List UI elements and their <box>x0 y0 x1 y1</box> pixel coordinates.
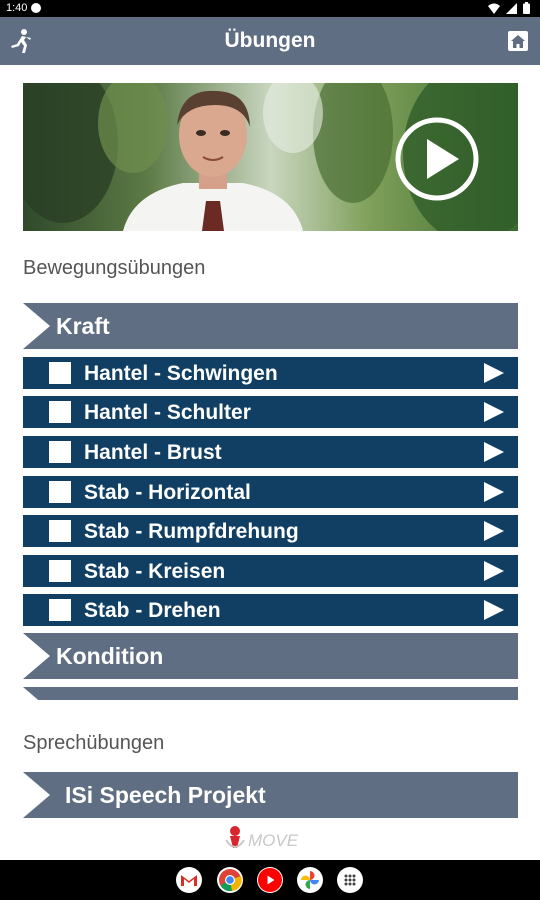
exercise-label: Hantel - Brust <box>84 441 222 464</box>
play-arrow-icon[interactable] <box>484 363 504 383</box>
list-divider <box>0 700 540 707</box>
photos-icon[interactable] <box>297 867 323 893</box>
section-label-movement: Bewegungsübungen <box>23 257 206 279</box>
notification-icon <box>31 3 41 13</box>
navigation-bar <box>0 860 540 900</box>
exercise-label: Stab - Horizontal <box>84 481 251 504</box>
exercise-row[interactable]: Stab - Rumpfdrehung <box>23 515 518 547</box>
exercise-label: Hantel - Schwingen <box>84 362 278 385</box>
youtube-icon[interactable] <box>257 867 283 893</box>
signal-icon <box>506 2 517 17</box>
exercise-checkbox[interactable] <box>49 401 71 423</box>
video-thumbnail[interactable] <box>23 83 518 231</box>
category-kraft[interactable]: Kraft <box>23 303 518 349</box>
exercise-checkbox[interactable] <box>49 599 71 621</box>
exercise-row[interactable]: Stab - Drehen <box>23 594 518 626</box>
exercise-row[interactable]: Stab - Horizontal <box>23 476 518 508</box>
play-arrow-icon[interactable] <box>484 521 504 541</box>
status-time: 1:40 <box>6 2 28 14</box>
exercise-checkbox[interactable] <box>49 560 71 582</box>
play-arrow-icon[interactable] <box>484 442 504 462</box>
gmail-icon[interactable] <box>176 867 202 893</box>
home-icon <box>511 34 525 48</box>
page-title: Übungen <box>224 29 316 52</box>
exercise-row[interactable]: Hantel - Schulter <box>23 396 518 428</box>
section-label-speech: Sprechübungen <box>23 732 165 754</box>
wifi-icon <box>488 3 500 17</box>
apps-icon[interactable] <box>337 867 363 893</box>
app-bar: Übungen <box>0 17 540 65</box>
battery-icon <box>523 2 530 17</box>
exercise-label: Stab - Rumpfdrehung <box>84 520 299 543</box>
exercise-row[interactable]: Stab - Kreisen <box>23 555 518 587</box>
category-label: Kraft <box>56 313 110 339</box>
expand-arrow-icon <box>23 633 50 679</box>
chrome-icon[interactable] <box>217 867 243 893</box>
exercise-checkbox[interactable] <box>49 362 71 384</box>
status-bar: 1:40 <box>0 0 540 17</box>
play-button-icon[interactable] <box>395 117 479 201</box>
move-logo: MOVE <box>224 824 318 854</box>
expand-arrow-icon <box>23 772 50 818</box>
logo-text: MOVE <box>248 831 299 850</box>
expand-arrow-icon <box>23 303 50 349</box>
category-label: ISi Speech Projekt <box>65 782 266 808</box>
exercise-row[interactable]: Hantel - Brust <box>23 436 518 468</box>
exercise-row[interactable]: Hantel - Schwingen <box>23 357 518 389</box>
play-arrow-icon[interactable] <box>484 402 504 422</box>
category-kondition[interactable]: Kondition <box>23 633 518 679</box>
play-arrow-icon[interactable] <box>484 600 504 620</box>
exercise-label: Stab - Drehen <box>84 599 221 622</box>
exercise-label: Hantel - Schulter <box>84 401 251 424</box>
exercise-checkbox[interactable] <box>49 481 71 503</box>
play-arrow-icon[interactable] <box>484 561 504 581</box>
status-icons <box>488 2 530 17</box>
exercise-checkbox[interactable] <box>49 520 71 542</box>
home-button[interactable] <box>508 31 528 51</box>
exercise-label: Stab - Kreisen <box>84 560 226 583</box>
exercise-list[interactable]: Kraft Hantel - Schwingen Hantel - Schult… <box>0 300 540 706</box>
category-speech-project[interactable]: ISi Speech Projekt <box>23 772 518 818</box>
play-arrow-icon[interactable] <box>484 482 504 502</box>
category-label: Kondition <box>56 643 164 669</box>
exercise-checkbox[interactable] <box>49 441 71 463</box>
